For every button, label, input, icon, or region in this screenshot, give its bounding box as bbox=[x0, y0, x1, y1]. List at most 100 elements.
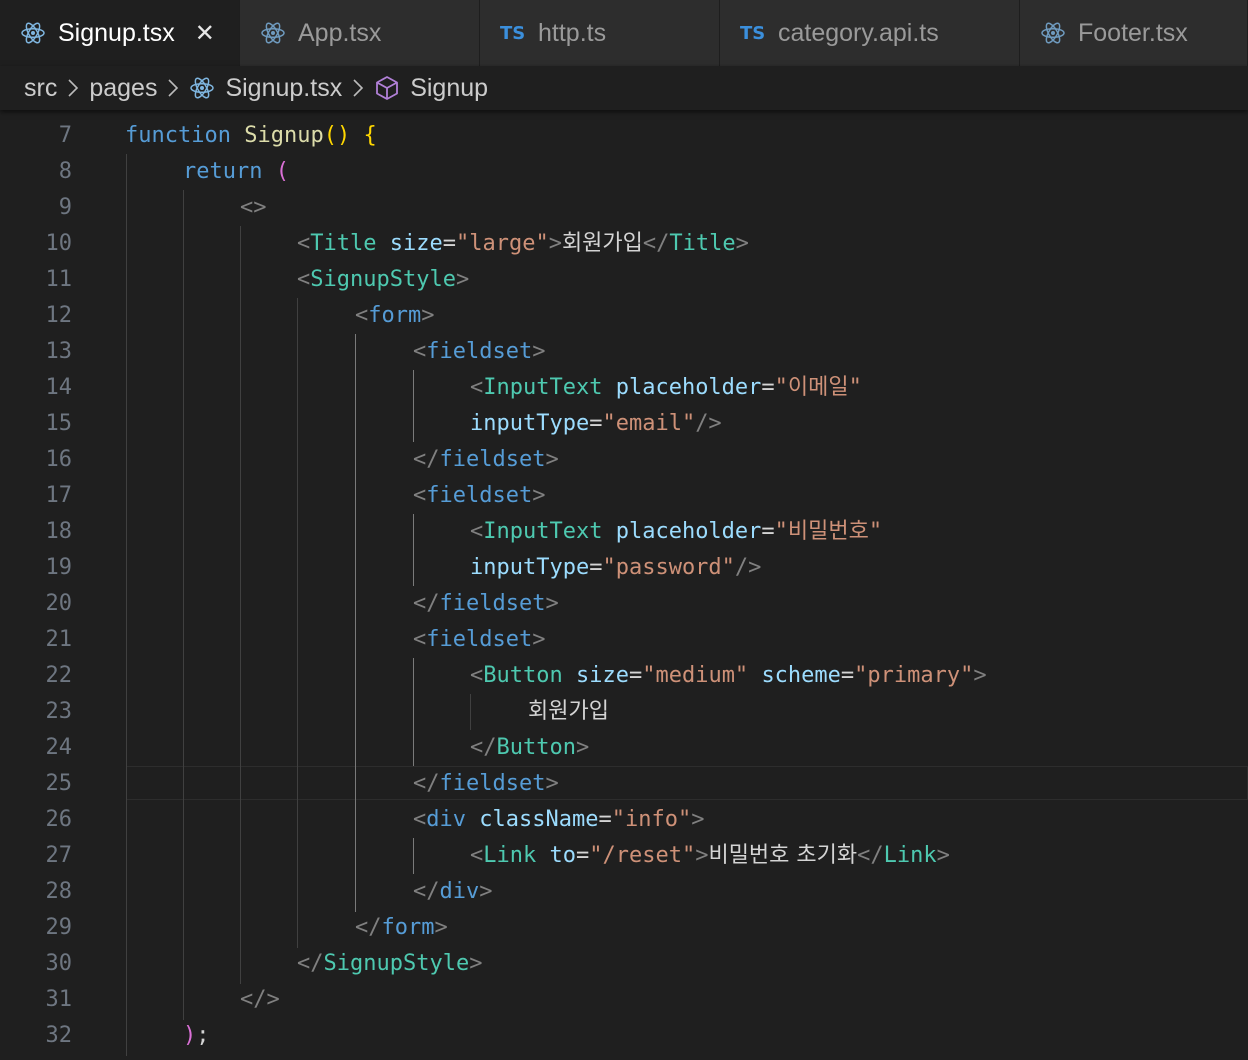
indent-guide bbox=[126, 154, 127, 1056]
attr-value: "large" bbox=[455, 231, 549, 256]
line-number: 13 bbox=[45, 339, 73, 364]
code-line: function Signup() { bbox=[125, 123, 377, 148]
jsx-text: 비밀번호 초기화 bbox=[708, 843, 858, 868]
breadcrumb-file[interactable]: Signup.tsx bbox=[225, 74, 342, 103]
tag-name: fieldset bbox=[439, 771, 546, 796]
chevron-right-icon bbox=[352, 78, 364, 98]
code-line: </SignupStyle> bbox=[297, 951, 483, 976]
line-number: 14 bbox=[45, 375, 73, 400]
tag-name: fieldset bbox=[439, 447, 546, 472]
code-line: <fieldset> bbox=[413, 339, 546, 364]
attr-value: "primary" bbox=[854, 663, 974, 688]
code-line: 회원가입 bbox=[528, 694, 609, 730]
tab-label: Signup.tsx bbox=[58, 18, 175, 47]
tab-label: http.ts bbox=[538, 18, 607, 47]
tag-name: Link bbox=[483, 843, 537, 868]
tag-name: form bbox=[368, 303, 422, 328]
line-number: 10 bbox=[45, 231, 73, 256]
tag-name: Button bbox=[496, 735, 576, 760]
breadcrumb-symbol[interactable]: Signup bbox=[410, 74, 488, 103]
line-number: 15 bbox=[45, 411, 73, 436]
code-line: <div className="info"> bbox=[413, 807, 705, 832]
tab-label: App.tsx bbox=[298, 18, 382, 47]
attr-name: size bbox=[575, 663, 629, 688]
attr-value: "password" bbox=[602, 555, 735, 580]
code-line: </div> bbox=[413, 879, 493, 904]
code-line: </Button> bbox=[470, 735, 590, 760]
current-line-highlight bbox=[126, 766, 1248, 800]
react-icon bbox=[189, 75, 215, 101]
tag-name: fieldset bbox=[426, 339, 533, 364]
attr-value: "email" bbox=[602, 411, 696, 436]
code-line: inputType="password"/> bbox=[470, 555, 762, 580]
code-line: </> bbox=[240, 987, 280, 1012]
line-number: 16 bbox=[45, 447, 73, 472]
indent-guide bbox=[240, 226, 241, 984]
editor-tab-bar: Signup.tsx ✕ App.tsx TS http.ts TS categ… bbox=[0, 0, 1248, 66]
tag-name: div bbox=[426, 807, 466, 832]
attr-name: placeholder bbox=[615, 375, 762, 400]
line-number: 12 bbox=[45, 303, 73, 328]
code-line: </fieldset> bbox=[413, 447, 559, 472]
tag-name: fieldset bbox=[426, 483, 533, 508]
line-number: 32 bbox=[45, 1023, 73, 1048]
line-number: 25 bbox=[45, 771, 73, 796]
line-number: 24 bbox=[45, 735, 73, 760]
code-line: <form> bbox=[355, 303, 435, 328]
code-line: inputType="email"/> bbox=[470, 411, 722, 436]
line-number: 8 bbox=[58, 159, 72, 184]
tab-http-ts[interactable]: TS http.ts bbox=[480, 0, 720, 66]
code-line: <SignupStyle> bbox=[297, 267, 470, 292]
jsx-text: 회원가입 bbox=[528, 699, 609, 724]
indent-guide-active bbox=[413, 370, 414, 442]
keyword: return bbox=[183, 159, 263, 184]
line-number: 23 bbox=[45, 699, 73, 724]
line-number: 29 bbox=[45, 915, 73, 940]
tag-name: SignupStyle bbox=[323, 951, 470, 976]
attr-name: size bbox=[389, 231, 443, 256]
breadcrumb-pages[interactable]: pages bbox=[89, 74, 157, 103]
tab-signup-tsx[interactable]: Signup.tsx ✕ bbox=[0, 0, 240, 66]
tag-name: InputText bbox=[483, 519, 603, 544]
code-editor[interactable]: 7 8 9 10 11 12 13 14 15 16 17 18 19 20 2… bbox=[0, 110, 1248, 1060]
line-number: 7 bbox=[58, 123, 72, 148]
code-line: </fieldset> bbox=[413, 771, 559, 796]
tab-label: category.api.ts bbox=[778, 18, 939, 47]
symbol-cube-icon bbox=[374, 75, 400, 101]
indent-guide-active bbox=[413, 838, 414, 874]
line-number: 11 bbox=[45, 267, 73, 292]
close-icon[interactable]: ✕ bbox=[195, 19, 215, 48]
react-icon bbox=[20, 20, 46, 46]
line-number: 19 bbox=[45, 555, 73, 580]
react-icon bbox=[260, 20, 286, 46]
tag-name: form bbox=[381, 915, 435, 940]
code-line: <Title size="large">회원가입</Title> bbox=[297, 231, 749, 256]
breadcrumb: src pages Signup.tsx Signup bbox=[0, 66, 1248, 110]
jsx-text: 회원가입 bbox=[561, 231, 643, 256]
line-number: 30 bbox=[45, 951, 73, 976]
code-line: <fieldset> bbox=[413, 627, 546, 652]
function-name: Signup bbox=[244, 123, 324, 148]
indent-guide-active bbox=[413, 514, 414, 586]
attr-name: inputType bbox=[470, 555, 590, 580]
tab-app-tsx[interactable]: App.tsx bbox=[240, 0, 480, 66]
chevron-right-icon bbox=[167, 78, 179, 98]
tab-footer-tsx[interactable]: Footer.tsx bbox=[1020, 0, 1248, 66]
indent-guide-active bbox=[355, 334, 356, 912]
tag-name: Title bbox=[669, 231, 736, 256]
tab-category-api-ts[interactable]: TS category.api.ts bbox=[720, 0, 1020, 66]
line-number: 18 bbox=[45, 519, 73, 544]
attr-name: to bbox=[549, 843, 576, 868]
code-line: <Link to="/reset">비밀번호 초기화</Link> bbox=[470, 843, 950, 868]
breadcrumb-src[interactable]: src bbox=[24, 74, 57, 103]
code-line: return ( bbox=[183, 159, 289, 184]
line-number: 9 bbox=[58, 195, 72, 220]
chevron-right-icon bbox=[67, 78, 79, 98]
code-line: <InputText placeholder="비밀번호" bbox=[470, 519, 883, 544]
tag-name: div bbox=[439, 879, 480, 904]
code-line: ); bbox=[183, 1023, 210, 1048]
indent-guide bbox=[297, 298, 298, 948]
code-line: </fieldset> bbox=[413, 591, 559, 616]
attr-value: "/reset" bbox=[589, 843, 696, 868]
line-number: 31 bbox=[45, 987, 73, 1012]
